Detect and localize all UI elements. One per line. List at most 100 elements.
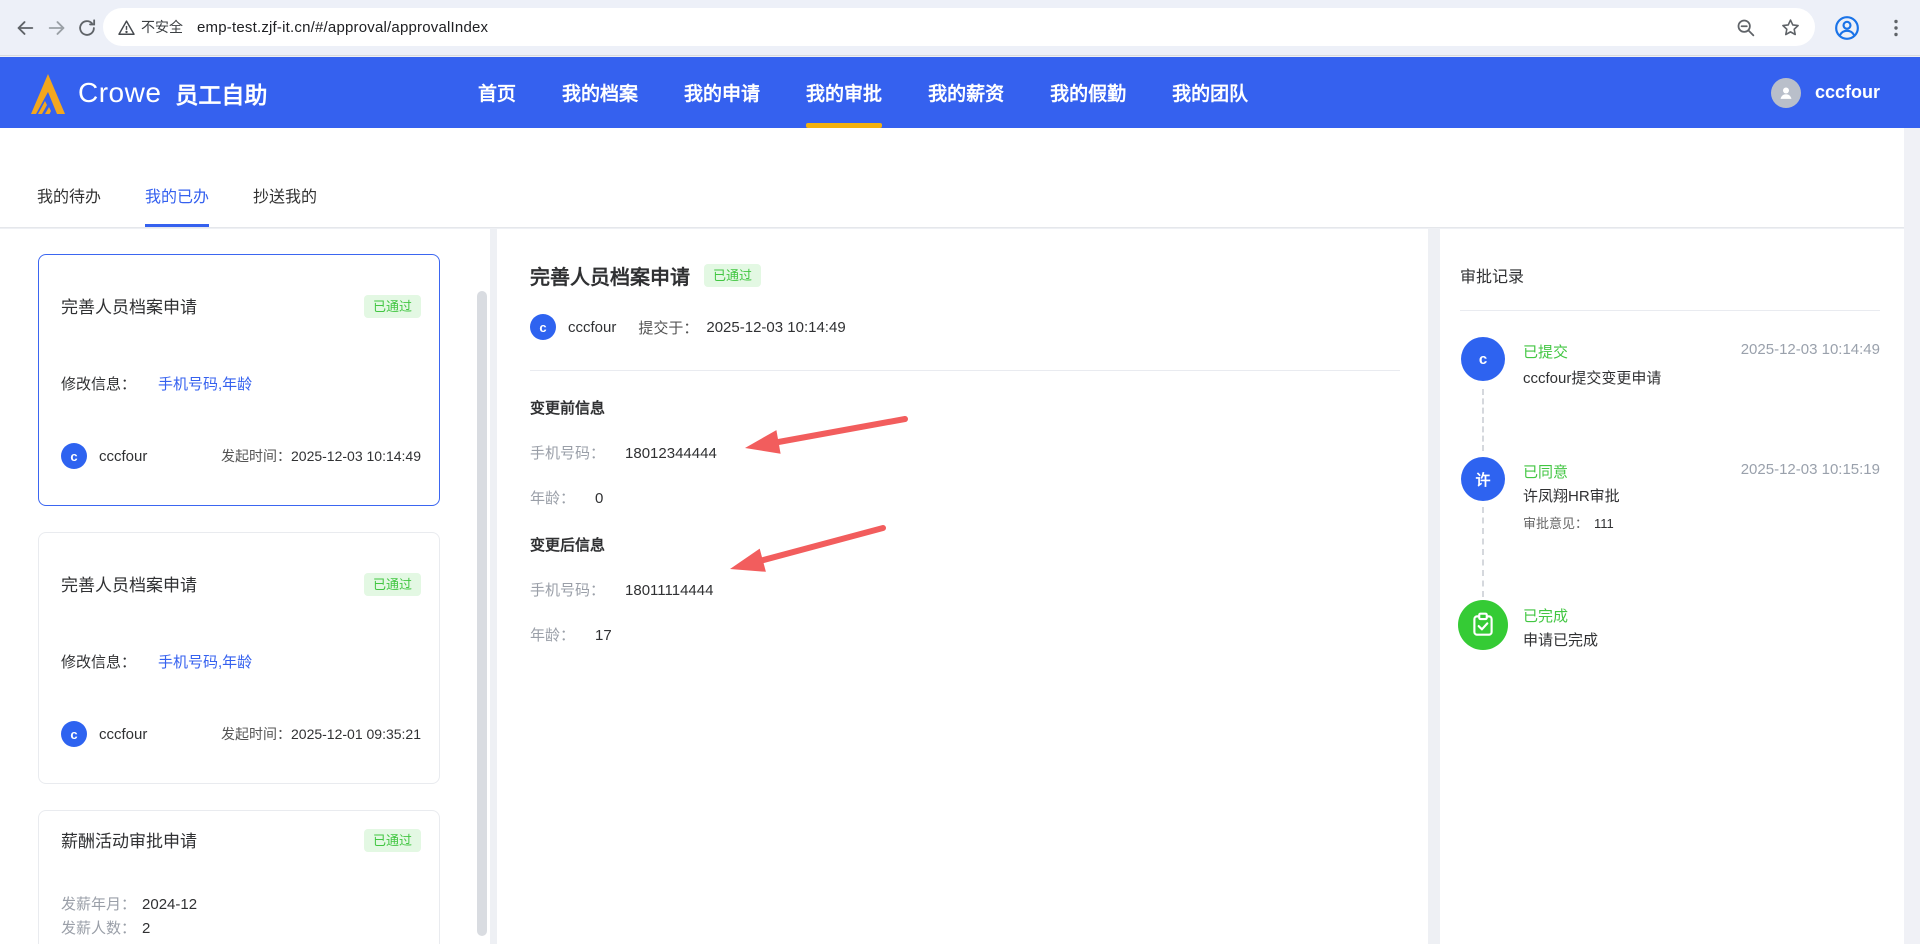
card-time: 2025-12-03 10:14:49 (291, 448, 421, 464)
reload-icon[interactable] (76, 17, 98, 39)
card-time-label: 发起时间： (221, 448, 291, 464)
log-status: 已完成 (1523, 608, 1569, 625)
brand-name: Crowe (78, 76, 162, 108)
nav-item-attendance[interactable]: 我的假勤 (1050, 57, 1126, 128)
avatar: c (61, 721, 87, 747)
card-field-label: 修改信息： (61, 376, 137, 393)
log-time: 2025-12-03 10:14:49 (1740, 341, 1880, 358)
card-kv-row: 发薪人数： 2 (61, 917, 421, 941)
log-avatar: 许 (1461, 457, 1505, 501)
opinion-value: 111 (1594, 516, 1614, 531)
modified-fields-link[interactable]: 手机号码,年龄 (158, 376, 252, 393)
tab-my-done[interactable]: 我的已办 (145, 128, 210, 227)
submitted-label: 提交于： (638, 319, 699, 337)
log-desc: 许凤翔HR审批 (1523, 488, 1620, 505)
detail-row: 手机号码： 18011114444 (530, 579, 1400, 600)
site-security-chip[interactable]: 不安全 (117, 17, 183, 37)
divider (530, 370, 1400, 371)
approval-card[interactable]: 完善人员档案申请 已通过 修改信息： 手机号码,年龄 c cccfour 发起时间… (38, 254, 440, 506)
tab-cc-me[interactable]: 抄送我的 (253, 128, 317, 227)
row-value: 18011114444 (625, 582, 714, 599)
row-value: 0 (595, 490, 604, 507)
list-scrollbar-thumb[interactable] (477, 291, 487, 936)
submitted-time: 2025-12-03 10:14:49 (706, 318, 846, 336)
card-title: 完善人员档案申请 (61, 298, 197, 317)
nav-item-archives[interactable]: 我的档案 (562, 57, 638, 128)
timeline-connector (1482, 507, 1484, 597)
browser-menu-icon[interactable] (1884, 16, 1908, 40)
modified-fields-link[interactable]: 手机号码,年龄 (158, 654, 252, 671)
kv-label: 发薪年月： (61, 896, 137, 913)
warning-icon (118, 19, 135, 35)
crowe-logo-icon (31, 73, 65, 114)
user-menu[interactable]: cccfour (1771, 57, 1880, 128)
browser-profile-icon[interactable] (1834, 15, 1860, 41)
row-label: 手机号码： (530, 582, 606, 599)
status-badge: 已通过 (363, 573, 421, 596)
nav-item-applications[interactable]: 我的申请 (684, 57, 760, 128)
log-desc: 申请已完成 (1523, 632, 1599, 649)
approval-card[interactable]: 薪酬活动审批申请 已通过 发薪年月： 2024-12 发薪人数： 2 (38, 810, 440, 944)
detail-row: 年龄： 17 (530, 624, 1400, 645)
status-badge: 已通过 (363, 295, 421, 318)
log-desc: cccfour提交变更申请 (1523, 370, 1662, 387)
detail-row: 年龄： 0 (530, 487, 1400, 508)
row-label: 年龄： (530, 627, 576, 644)
card-user: cccfour (99, 725, 148, 743)
user-avatar (1771, 77, 1801, 108)
avatar: c (61, 443, 87, 469)
log-status: 已提交 (1523, 344, 1569, 361)
approval-log-title: 审批记录 (1460, 269, 1525, 286)
approval-detail-panel: 完善人员档案申请 已通过 c cccfour 提交于： 2025-12-03 1… (497, 229, 1428, 944)
approval-list-panel: 完善人员档案申请 已通过 修改信息： 手机号码,年龄 c cccfour 发起时间… (0, 229, 490, 944)
card-title: 薪酬活动审批申请 (61, 832, 197, 851)
person-icon (1780, 87, 1792, 99)
kv-value: 2024-12 (142, 896, 198, 913)
browser-toolbar: 不安全 emp-test.zjf-it.cn/#/approval/approv… (0, 0, 1920, 56)
card-kv-row: 发薪年月： 2024-12 (61, 893, 421, 917)
row-label: 年龄： (530, 490, 576, 507)
nav-item-home[interactable]: 首页 (478, 57, 516, 128)
row-value: 17 (595, 627, 612, 644)
tab-my-todo[interactable]: 我的待办 (37, 128, 101, 227)
nav-item-approvals[interactable]: 我的审批 (806, 57, 883, 128)
opinion-label: 审批意见： (1523, 516, 1589, 531)
main-nav: 首页 我的档案 我的申请 我的审批 我的薪资 我的假勤 我的团队 (478, 57, 1248, 128)
before-change-heading: 变更前信息 (530, 400, 606, 417)
username: cccfour (1815, 82, 1881, 102)
address-bar[interactable]: 不安全 emp-test.zjf-it.cn/#/approval/approv… (103, 8, 1815, 46)
approval-card[interactable]: 完善人员档案申请 已通过 修改信息： 手机号码,年龄 c cccfour 发起时间… (38, 532, 440, 784)
back-icon[interactable] (14, 17, 36, 39)
bookmark-star-icon[interactable] (1780, 17, 1801, 38)
nav-item-team[interactable]: 我的团队 (1172, 57, 1248, 128)
card-user: cccfour (99, 447, 148, 465)
detail-avatar: c (530, 314, 556, 340)
nav-item-salary[interactable]: 我的薪资 (928, 57, 1004, 128)
page-scrollbar-track[interactable] (1904, 128, 1920, 944)
app-title: 员工自助 (175, 81, 268, 108)
security-label: 不安全 (141, 19, 183, 35)
clipboard-check-icon (1473, 612, 1493, 636)
card-field-label: 修改信息： (61, 654, 137, 671)
log-opinion: 审批意见： 111 (1523, 513, 1614, 532)
kv-value: 2 (142, 920, 151, 937)
log-time: 2025-12-03 10:15:19 (1740, 461, 1880, 478)
approval-log-panel: 审批记录 c 已提交 2025-12-03 10:14:49 cccfour提交… (1440, 229, 1904, 944)
url-text[interactable]: emp-test.zjf-it.cn/#/approval/approvalIn… (197, 19, 488, 36)
zoom-icon[interactable] (1735, 17, 1756, 38)
log-status: 已同意 (1523, 464, 1569, 481)
after-change-heading: 变更后信息 (530, 537, 606, 554)
detail-row: 手机号码： 18012344444 (530, 442, 1400, 463)
detail-user: cccfour (568, 318, 617, 336)
log-avatar: c (1461, 337, 1505, 381)
card-time: 2025-12-01 09:35:21 (291, 726, 421, 742)
completed-avatar (1458, 600, 1508, 650)
detail-title: 完善人员档案申请 (530, 267, 690, 289)
forward-icon[interactable] (46, 17, 68, 39)
row-label: 手机号码： (530, 445, 606, 462)
card-title: 完善人员档案申请 (61, 576, 197, 595)
brand-logo[interactable]: Crowe 员工自助 (28, 57, 267, 128)
detail-status-badge: 已通过 (704, 264, 762, 287)
divider (1460, 310, 1880, 311)
card-time-label: 发起时间： (221, 726, 291, 742)
